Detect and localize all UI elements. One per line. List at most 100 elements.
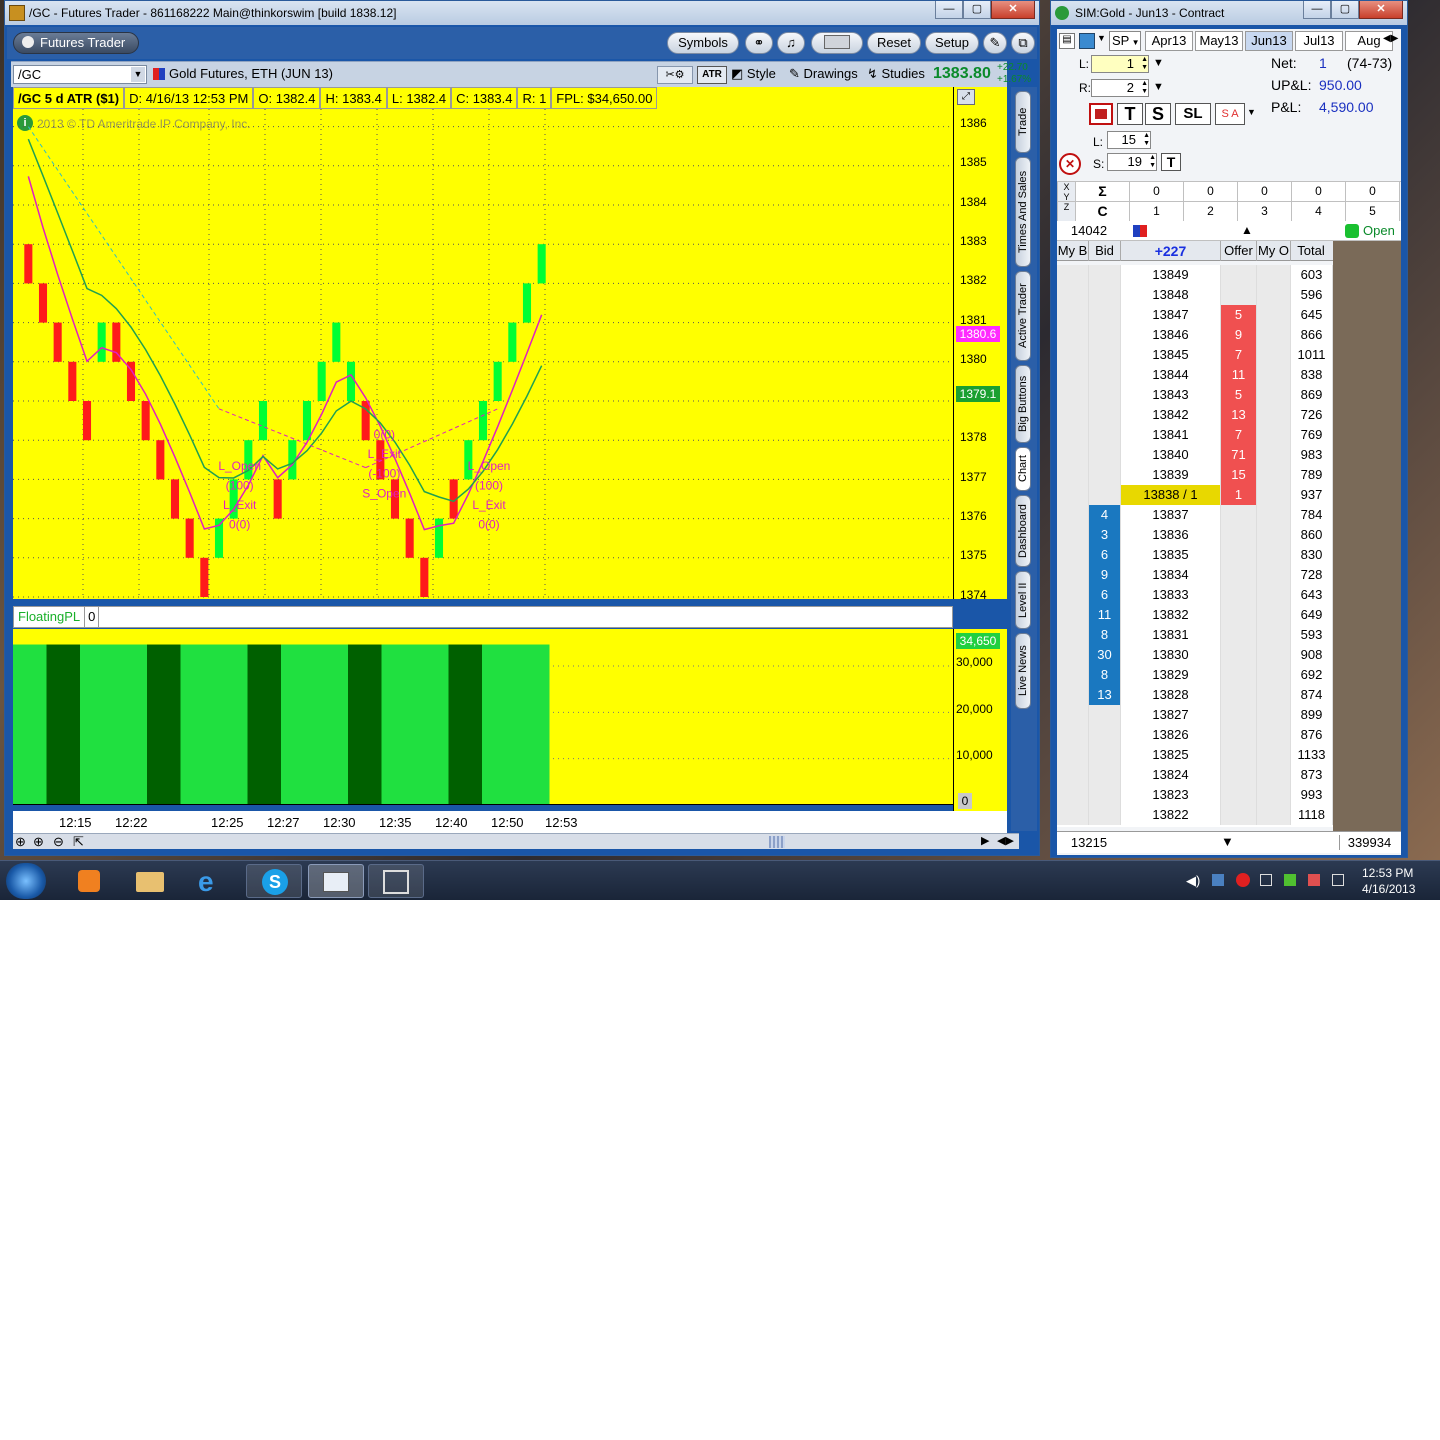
bid-cell[interactable] bbox=[1089, 785, 1121, 805]
tray-icon-monitor[interactable] bbox=[1332, 874, 1344, 886]
offer-cell[interactable]: 9 bbox=[1221, 325, 1257, 345]
my-bid-cell[interactable] bbox=[1057, 645, 1089, 665]
bid-cell[interactable] bbox=[1089, 485, 1121, 505]
my-bid-cell[interactable] bbox=[1057, 365, 1089, 385]
my-offer-cell[interactable] bbox=[1257, 505, 1291, 525]
offer-cell[interactable] bbox=[1221, 805, 1257, 825]
ladder-row[interactable]: 13825 1133 bbox=[1057, 745, 1333, 765]
my-offer-cell[interactable] bbox=[1257, 725, 1291, 745]
sigma-cell[interactable]: 0 bbox=[1346, 182, 1400, 202]
side-tab-active-trader[interactable]: Active Trader bbox=[1015, 271, 1031, 361]
renko-brick[interactable] bbox=[537, 244, 546, 284]
price-cell[interactable]: 13839 bbox=[1121, 465, 1221, 485]
ladder-row[interactable]: 13827 899 bbox=[1057, 705, 1333, 725]
ladder-row[interactable]: 13845 7 1011 bbox=[1057, 345, 1333, 365]
total-cell[interactable]: 866 bbox=[1291, 325, 1333, 345]
pl-bar[interactable] bbox=[482, 644, 516, 805]
exchange-select[interactable]: SP ▼ bbox=[1109, 31, 1141, 51]
trailing-t-button[interactable]: T bbox=[1117, 103, 1143, 125]
pl-bar[interactable] bbox=[113, 644, 148, 805]
offer-cell[interactable] bbox=[1221, 745, 1257, 765]
side-tab-chart[interactable]: Chart bbox=[1015, 447, 1031, 491]
clock-date[interactable]: 4/16/2013 bbox=[1362, 882, 1415, 896]
clock-time[interactable]: 12:53 PM bbox=[1362, 866, 1413, 880]
renko-brick[interactable] bbox=[141, 401, 150, 441]
pl-bar[interactable] bbox=[180, 644, 215, 805]
renko-brick[interactable] bbox=[200, 557, 209, 597]
total-cell[interactable]: 1133 bbox=[1291, 745, 1333, 765]
order-label[interactable]: S_Open bbox=[362, 486, 406, 500]
spin-icon[interactable]: ▲ ▼ bbox=[1143, 132, 1150, 148]
ladder-row[interactable]: 13824 873 bbox=[1057, 765, 1333, 785]
my-bid-cell[interactable] bbox=[1057, 505, 1089, 525]
l-quantity-input[interactable]: 1 ▲ ▼ bbox=[1091, 55, 1149, 73]
total-cell[interactable]: 1118 bbox=[1291, 805, 1333, 825]
price-cell[interactable]: 13822 bbox=[1121, 805, 1221, 825]
bid-cell[interactable] bbox=[1089, 745, 1121, 765]
my-bid-cell[interactable] bbox=[1057, 765, 1089, 785]
price-cell[interactable]: 13835 bbox=[1121, 545, 1221, 565]
total-cell[interactable]: 873 bbox=[1291, 765, 1333, 785]
offer-cell[interactable] bbox=[1221, 505, 1257, 525]
link-icon[interactable]: ⚭ bbox=[745, 32, 773, 54]
r-dropdown-icon[interactable]: ▼ bbox=[1153, 81, 1164, 93]
renko-brick[interactable] bbox=[478, 401, 488, 441]
bid-cell[interactable]: 8 bbox=[1089, 625, 1121, 645]
ladder-row[interactable]: 13847 5 645 bbox=[1057, 305, 1333, 325]
offer-cell[interactable] bbox=[1221, 625, 1257, 645]
renko-brick[interactable] bbox=[273, 479, 282, 519]
offer-cell[interactable]: 13 bbox=[1221, 405, 1257, 425]
my-offer-cell[interactable] bbox=[1257, 285, 1291, 305]
file-explorer-icon[interactable] bbox=[122, 864, 178, 898]
price-ladder[interactable]: 13849 603 13848 596 13847 5 645 13846 9 866 13845 7… bbox=[1057, 265, 1333, 827]
pl-bar[interactable] bbox=[46, 644, 81, 805]
month-tab-jun13[interactable]: Jun13 bbox=[1245, 31, 1293, 51]
color-box-button[interactable] bbox=[811, 32, 863, 54]
bid-cell[interactable]: 11 bbox=[1089, 605, 1121, 625]
month-tab-jul13[interactable]: Jul13 bbox=[1295, 31, 1343, 51]
price-cell[interactable]: 13830 bbox=[1121, 645, 1221, 665]
my-bid-cell[interactable] bbox=[1057, 805, 1089, 825]
ladder-row[interactable]: 13840 71 983 bbox=[1057, 445, 1333, 465]
renko-brick[interactable] bbox=[493, 361, 502, 401]
scroll-down-icon[interactable]: ▼ bbox=[1221, 834, 1234, 849]
month-tab-apr13[interactable]: Apr13 bbox=[1145, 31, 1193, 51]
start-button[interactable] bbox=[6, 863, 46, 899]
my-offer-cell[interactable] bbox=[1257, 345, 1291, 365]
total-cell[interactable]: 726 bbox=[1291, 405, 1333, 425]
my-bid-cell[interactable] bbox=[1057, 705, 1089, 725]
my-offer-cell[interactable] bbox=[1257, 625, 1291, 645]
bid-cell[interactable] bbox=[1089, 365, 1121, 385]
l2-input[interactable]: 15 ▲ ▼ bbox=[1107, 131, 1151, 149]
pl-bar[interactable] bbox=[13, 644, 47, 805]
my-offer-cell[interactable] bbox=[1257, 565, 1291, 585]
price-cell[interactable]: 13826 bbox=[1121, 725, 1221, 745]
bid-cell[interactable] bbox=[1089, 285, 1121, 305]
my-offer-cell[interactable] bbox=[1257, 545, 1291, 565]
renko-brick[interactable] bbox=[258, 401, 268, 441]
offer-cell[interactable] bbox=[1221, 725, 1257, 745]
close-button[interactable]: ✕ bbox=[991, 1, 1035, 19]
price-chart-panel[interactable]: /GC 5 d ATR ($1) D: 4/16/13 12:53 PM O: … bbox=[13, 87, 953, 599]
price-cell[interactable]: 13844 bbox=[1121, 365, 1221, 385]
price-cell[interactable]: 13823 bbox=[1121, 785, 1221, 805]
bid-cell[interactable] bbox=[1089, 425, 1121, 445]
offer-cell[interactable] bbox=[1221, 785, 1257, 805]
my-bid-cell[interactable] bbox=[1057, 665, 1089, 685]
bid-cell[interactable] bbox=[1089, 305, 1121, 325]
bid-cell[interactable] bbox=[1089, 345, 1121, 365]
ladder-row[interactable]: 3 13836 860 bbox=[1057, 525, 1333, 545]
minimize-button[interactable]: — bbox=[935, 1, 963, 19]
my-bid-cell[interactable] bbox=[1057, 425, 1089, 445]
order-label[interactable]: 0(0) bbox=[374, 428, 395, 442]
offer-cell[interactable] bbox=[1221, 585, 1257, 605]
ladder-row[interactable]: 6 13833 643 bbox=[1057, 585, 1333, 605]
bid-cell[interactable] bbox=[1089, 805, 1121, 825]
setup-button[interactable]: Setup bbox=[925, 32, 979, 54]
offer-cell[interactable]: 11 bbox=[1221, 365, 1257, 385]
ladder-row[interactable]: 13841 7 769 bbox=[1057, 425, 1333, 445]
offer-cell[interactable] bbox=[1221, 705, 1257, 725]
renko-brick[interactable] bbox=[317, 361, 326, 401]
renko-brick[interactable] bbox=[405, 518, 414, 558]
ladder-maximize-button[interactable]: ▢ bbox=[1331, 1, 1359, 19]
